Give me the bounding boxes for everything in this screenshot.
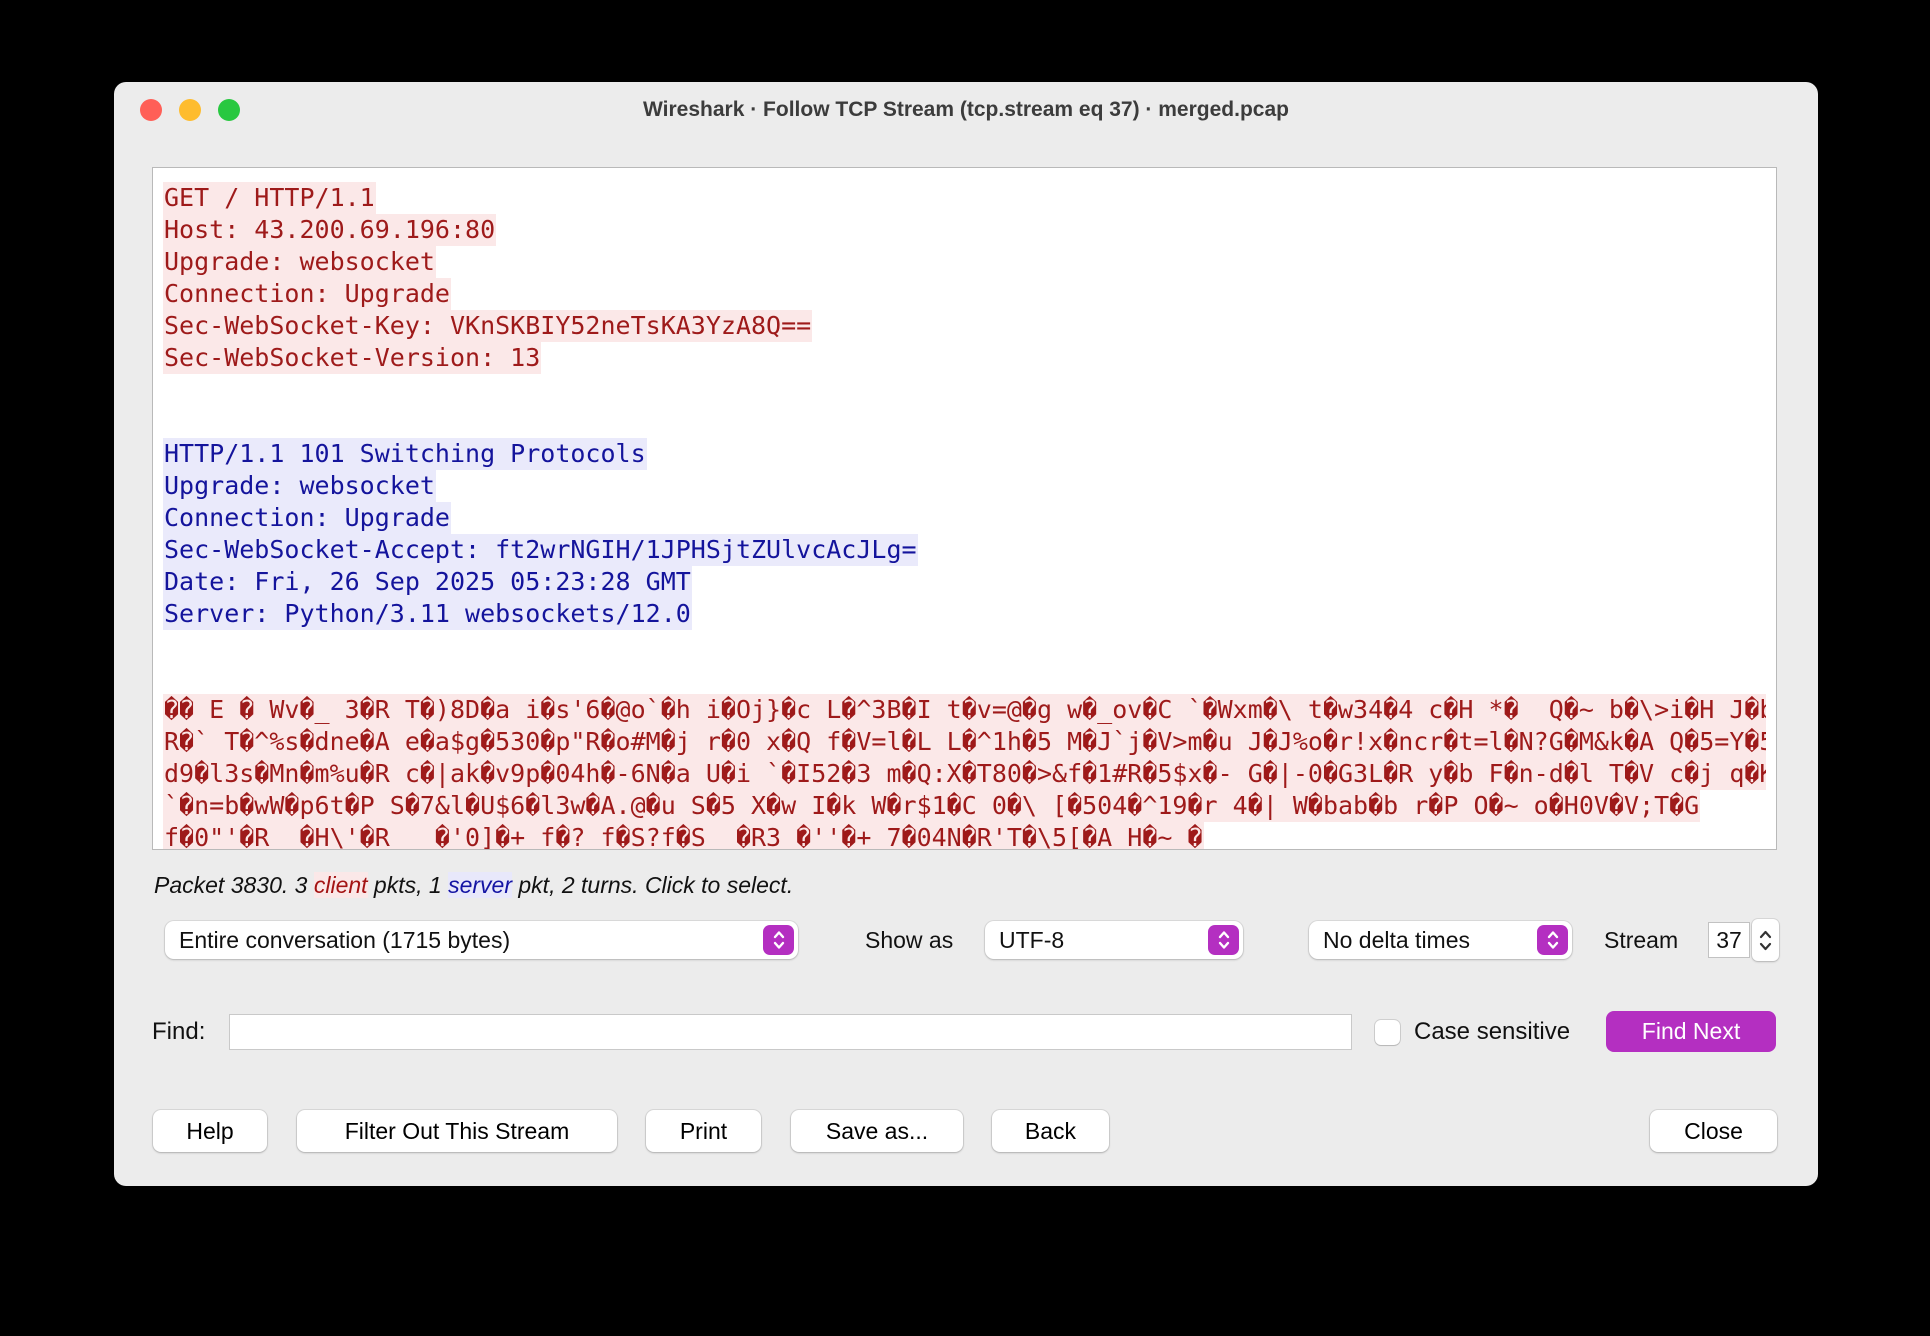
stream-line: �� E � Wv�_ 3�R T�)8D�a i�s'6�@o`�h i�Oj… — [163, 694, 1766, 726]
find-label: Find: — [152, 1013, 205, 1051]
follow-tcp-stream-dialog: Wireshark · Follow TCP Stream (tcp.strea… — [114, 82, 1818, 1186]
traffic-lights — [140, 82, 240, 138]
minimize-window-button[interactable] — [179, 99, 201, 121]
stream-line: HTTP/1.1 101 Switching Protocols — [163, 438, 1766, 470]
stream-line: f�0"'�R �H\'�R �'0]�+ f�? f�S?f�S �R3 �'… — [163, 822, 1766, 850]
stream-line: `�n=b�wW�p6t�P S�7&l�U$6�l3w�A.@�u S�5 X… — [163, 790, 1766, 822]
stream-status-text: Packet 3830. 3 client pkts, 1 server pkt… — [154, 872, 793, 899]
stream-line: Upgrade: websocket — [163, 246, 1766, 278]
delta-times-select-value: No delta times — [1323, 927, 1470, 954]
stream-line: Sec-WebSocket-Version: 13 — [163, 342, 1766, 374]
stream-line: R�` T�^%s�dne�A e�a$g�530�p"R�o#M�j r�0 … — [163, 726, 1766, 758]
popup-arrows-icon — [1208, 925, 1239, 955]
conversation-select[interactable]: Entire conversation (1715 bytes) — [165, 921, 798, 959]
print-button[interactable]: Print — [646, 1110, 761, 1152]
stream-gap — [163, 374, 1766, 438]
delta-times-select[interactable]: No delta times — [1309, 921, 1572, 959]
filter-out-stream-button[interactable]: Filter Out This Stream — [297, 1110, 617, 1152]
show-as-select[interactable]: UTF-8 — [985, 921, 1243, 959]
zoom-window-button[interactable] — [218, 99, 240, 121]
client-packets-label: client — [314, 872, 368, 898]
show-as-label: Show as — [865, 921, 953, 959]
stream-gap — [163, 630, 1766, 694]
stream-line: Upgrade: websocket — [163, 470, 1766, 502]
stream-line: Sec-WebSocket-Key: VKnSKBIY52neTsKA3YzA8… — [163, 310, 1766, 342]
save-as-button[interactable]: Save as... — [791, 1110, 963, 1152]
popup-arrows-icon — [763, 925, 794, 955]
find-next-button[interactable]: Find Next — [1606, 1011, 1776, 1052]
stream-line: Connection: Upgrade — [163, 502, 1766, 534]
stream-line: Connection: Upgrade — [163, 278, 1766, 310]
stream-content-area[interactable]: GET / HTTP/1.1 Host: 43.200.69.196:80 Up… — [152, 167, 1777, 850]
popup-arrows-icon — [1537, 925, 1568, 955]
back-button[interactable]: Back — [992, 1110, 1109, 1152]
stream-number-stepper[interactable] — [1752, 919, 1779, 961]
stream-line: Date: Fri, 26 Sep 2025 05:23:28 GMT — [163, 566, 1766, 598]
close-window-button[interactable] — [140, 99, 162, 121]
stream-number-label: Stream — [1604, 921, 1678, 959]
stream-line: Host: 43.200.69.196:80 — [163, 214, 1766, 246]
close-button[interactable]: Close — [1650, 1110, 1777, 1152]
server-packets-label: server — [448, 872, 512, 898]
find-input[interactable] — [229, 1014, 1352, 1050]
case-sensitive-checkbox[interactable] — [1375, 1020, 1400, 1045]
stream-line: d9�l3s�Mn�m%u�R c�|ak�v9p�04h�-6N�a U�i … — [163, 758, 1766, 790]
window-title: Wireshark · Follow TCP Stream (tcp.strea… — [643, 98, 1289, 122]
stream-number-value[interactable]: 37 — [1708, 922, 1750, 958]
conversation-select-value: Entire conversation (1715 bytes) — [179, 927, 510, 954]
help-button[interactable]: Help — [153, 1110, 267, 1152]
stream-line: GET / HTTP/1.1 — [163, 182, 1766, 214]
chevron-down-icon — [1758, 942, 1773, 952]
case-sensitive-label: Case sensitive — [1414, 1013, 1570, 1051]
stream-line: Sec-WebSocket-Accept: ft2wrNGIH/1JPHSjtZ… — [163, 534, 1766, 566]
chevron-up-icon — [1758, 929, 1773, 939]
titlebar: Wireshark · Follow TCP Stream (tcp.strea… — [114, 82, 1818, 138]
show-as-select-value: UTF-8 — [999, 927, 1064, 954]
stream-line: Server: Python/3.11 websockets/12.0 — [163, 598, 1766, 630]
